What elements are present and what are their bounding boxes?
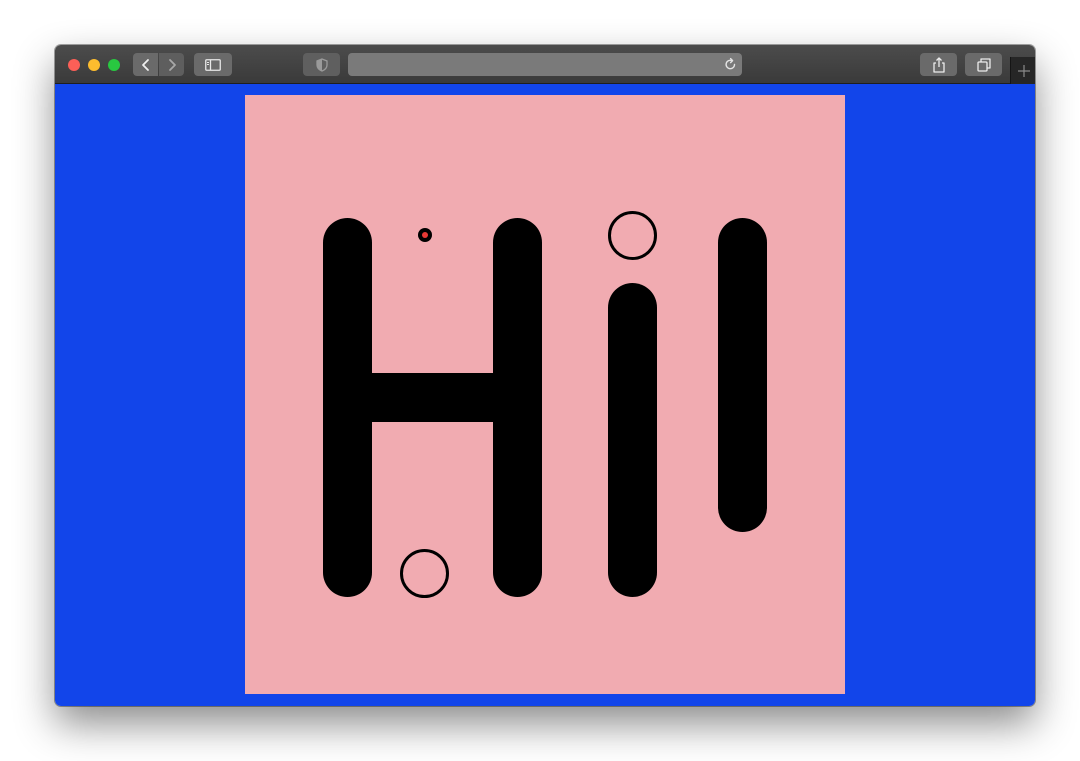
privacy-report-button[interactable]	[303, 53, 340, 76]
share-button[interactable]	[920, 53, 957, 76]
i-stem	[608, 283, 657, 597]
chevron-left-icon	[141, 58, 149, 71]
h-crossbar	[365, 373, 500, 422]
close-button[interactable]	[68, 59, 80, 71]
tab-overview-button[interactable]	[965, 53, 1002, 76]
web-content-area	[55, 84, 1035, 706]
bottom-ring	[400, 549, 449, 598]
share-icon	[932, 56, 945, 73]
i-dot-ring	[608, 211, 657, 260]
hi-artboard	[245, 95, 845, 694]
tabs-overview-icon	[976, 57, 991, 72]
plus-icon	[1017, 64, 1030, 77]
minimize-button[interactable]	[88, 59, 100, 71]
url-input[interactable]	[348, 53, 724, 76]
h-right-stem	[493, 218, 542, 597]
browser-toolbar	[55, 45, 1035, 84]
small-red-dot	[418, 228, 432, 242]
shield-icon	[315, 57, 328, 72]
new-tab-button[interactable]	[1010, 57, 1035, 84]
browser-window	[55, 45, 1035, 706]
exclamation-stem	[718, 218, 767, 532]
address-bar[interactable]	[348, 53, 742, 76]
forward-button[interactable]	[159, 53, 184, 76]
reload-icon[interactable]	[723, 57, 738, 72]
back-button[interactable]	[133, 53, 158, 76]
sidebar-icon	[205, 58, 221, 71]
sidebar-toggle-button[interactable]	[194, 53, 232, 76]
zoom-button[interactable]	[108, 59, 120, 71]
chevron-right-icon	[168, 58, 176, 71]
